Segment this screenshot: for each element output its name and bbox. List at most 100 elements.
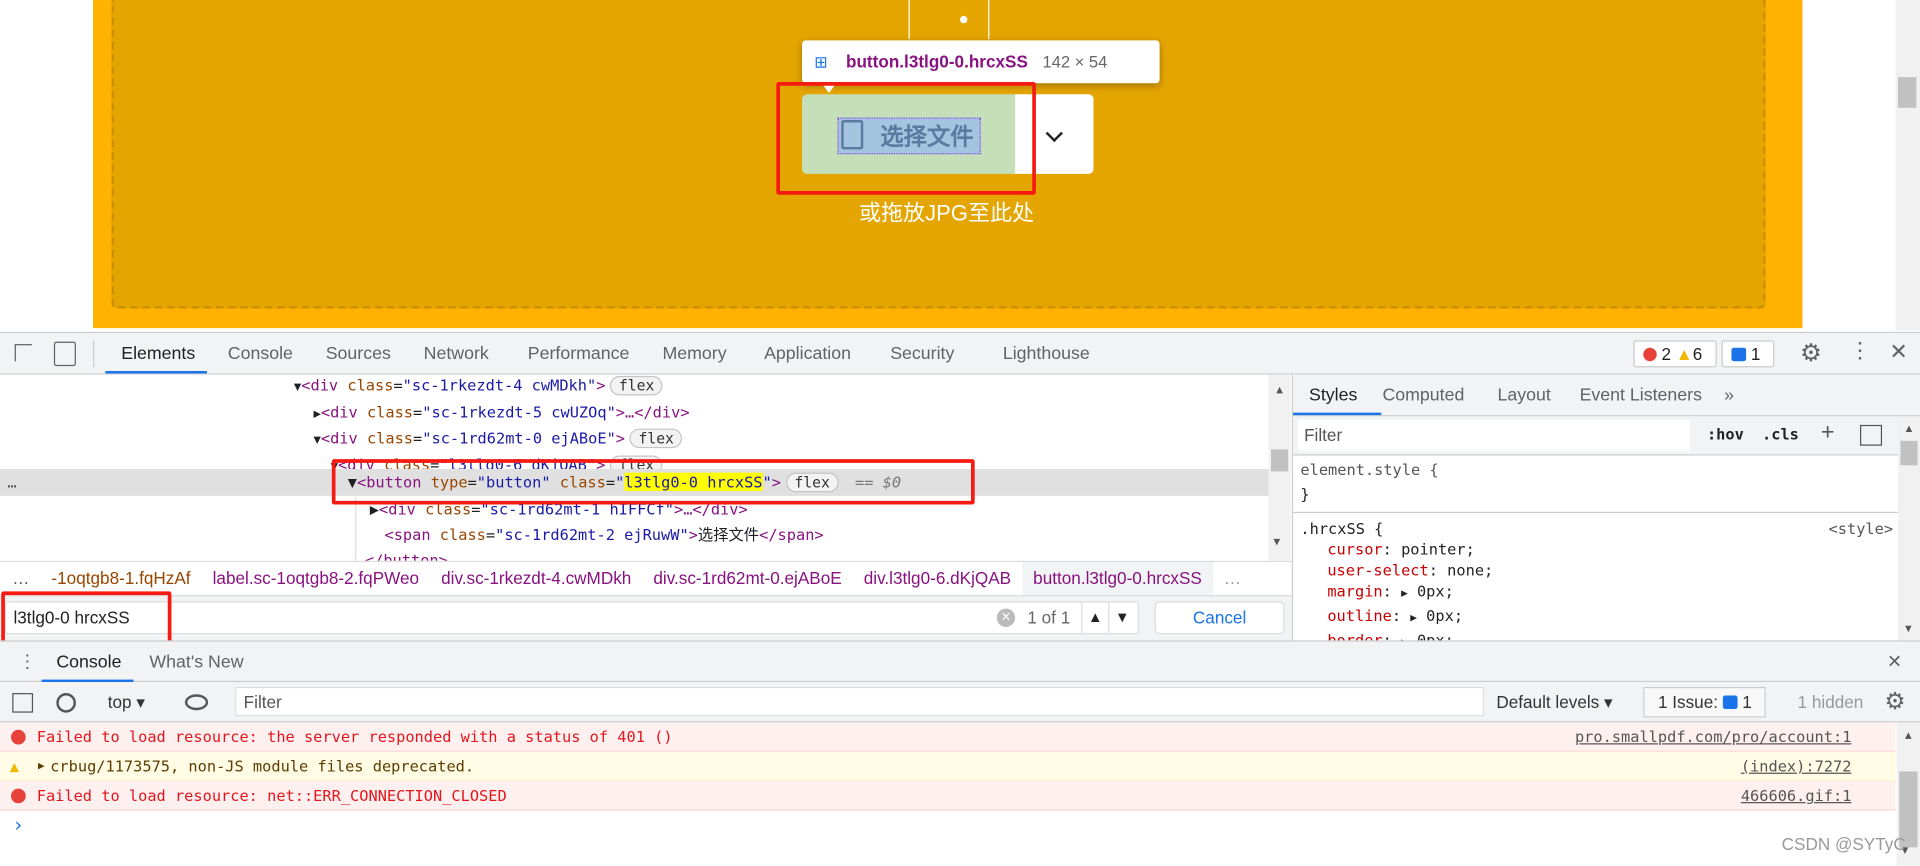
breadcrumb-item[interactable]: button.l3tlg0-0.hrcxSS bbox=[1022, 562, 1213, 596]
flex-badge[interactable]: flex bbox=[629, 428, 683, 449]
log-levels-dropdown[interactable]: Default levels ▾ bbox=[1496, 682, 1612, 722]
expand-arrow-icon[interactable]: ▶ bbox=[38, 752, 45, 781]
console-message-error: Failed to load resource: the server resp… bbox=[0, 722, 1896, 752]
drawer-tab-whats-new[interactable]: What's New bbox=[149, 642, 243, 684]
clear-search-icon[interactable]: ✕ bbox=[996, 608, 1016, 627]
hov-toggle[interactable]: :hov bbox=[1707, 425, 1744, 443]
warning-icon: ▲ bbox=[1675, 344, 1693, 364]
rule-selector: .hrcxSS { bbox=[1300, 519, 1384, 538]
property-value: 0px; bbox=[1416, 581, 1454, 601]
message-source-link[interactable]: pro.smallpdf.com/pro/account:1 bbox=[1575, 722, 1851, 751]
tab-elements[interactable]: Elements bbox=[121, 333, 195, 375]
more-options-icon[interactable]: ⋮ bbox=[1849, 338, 1871, 364]
messages-badge[interactable]: 1 bbox=[1721, 340, 1775, 368]
settings-gear-icon[interactable]: ⚙ bbox=[1800, 338, 1822, 369]
console-settings-gear-icon[interactable]: ⚙ bbox=[1884, 682, 1905, 722]
page-scrollbar[interactable] bbox=[1895, 0, 1920, 331]
scroll-thumb[interactable] bbox=[1271, 449, 1289, 472]
search-input[interactable]: l3tlg0-0 hrcxSS ✕ 1 of 1 ▲ ▼ bbox=[4, 601, 1139, 635]
tab-layout[interactable]: Layout bbox=[1498, 375, 1551, 417]
tab-network[interactable]: Network bbox=[424, 333, 489, 375]
breadcrumb-item[interactable]: div.sc-1rd62mt-0.ejABoE bbox=[642, 562, 852, 595]
tab-sources[interactable]: Sources bbox=[326, 333, 391, 375]
cls-toggle[interactable]: .cls bbox=[1762, 425, 1799, 443]
search-prev-button[interactable]: ▲ bbox=[1081, 602, 1108, 634]
expand-arrow-icon[interactable]: ▶ bbox=[1410, 612, 1417, 624]
breadcrumb-item[interactable]: … bbox=[1213, 562, 1252, 595]
dom-node[interactable]: <span class="sc-1rd62mt-2 ejRuwW">选择文件</… bbox=[384, 522, 823, 549]
tab-console[interactable]: Console bbox=[228, 333, 293, 375]
scroll-up-icon: ▲ bbox=[1905, 729, 1912, 743]
breadcrumb-item[interactable]: … bbox=[0, 562, 40, 595]
search-bar: l3tlg0-0 hrcxSS ✕ 1 of 1 ▲ ▼ Cancel bbox=[0, 595, 1292, 641]
tab-event-listeners[interactable]: Event Listeners bbox=[1580, 375, 1702, 417]
dom-scrollbar[interactable]: ▲ ▼ bbox=[1268, 374, 1291, 561]
dom-node[interactable]: ▶<div class="sc-1rkezdt-5 cwUZOq">…</div… bbox=[313, 399, 689, 426]
live-expression-eye-icon[interactable] bbox=[184, 694, 209, 711]
scroll-thumb[interactable] bbox=[1900, 440, 1918, 466]
new-style-rule-button[interactable]: + bbox=[1821, 420, 1835, 447]
css-property[interactable]: outline: ▶ 0px; bbox=[1300, 605, 1893, 629]
tab-memory[interactable]: Memory bbox=[662, 333, 726, 375]
more-tabs-icon[interactable]: » bbox=[1724, 375, 1734, 417]
issues-button[interactable]: 1 Issue: 1 bbox=[1643, 686, 1766, 718]
drawer-menu-icon[interactable]: ⋮ bbox=[18, 642, 36, 684]
dom-node[interactable]: ▼<div class="sc-1rkezdt-4 cwMDkh"> flex bbox=[294, 375, 663, 399]
expand-arrow-icon[interactable]: ▶ bbox=[1401, 588, 1408, 600]
closing-tag: …</div> bbox=[625, 402, 690, 421]
ellipsis-icon: … bbox=[7, 472, 17, 492]
toggle-sidebar-icon[interactable] bbox=[1860, 424, 1883, 446]
rule-source-link[interactable]: <style> bbox=[1829, 518, 1894, 539]
drawer-tab-console[interactable]: Console bbox=[56, 642, 121, 684]
css-property[interactable]: cursor: pointer; bbox=[1300, 539, 1893, 560]
expand-arrow-icon[interactable]: ▶ bbox=[313, 407, 320, 420]
drawer-tabbar: ⋮ Console What's New ✕ bbox=[0, 640, 1920, 684]
tab-application[interactable]: Application bbox=[764, 333, 851, 375]
context-value: top bbox=[107, 691, 132, 712]
tab-styles[interactable]: Styles bbox=[1309, 375, 1357, 417]
expand-arrow-icon[interactable]: ▼ bbox=[294, 381, 301, 394]
message-source-link[interactable]: 466606.gif:1 bbox=[1741, 781, 1852, 810]
console-messages: › ▲ ▼ CSDN @SYTyC Failed to load resourc… bbox=[0, 722, 1920, 866]
message-text: Failed to load resource: net::ERR_CONNEC… bbox=[36, 786, 507, 805]
dom-node[interactable]: ▼<div class="sc-1rd62mt-0 ejABoE"> flex bbox=[313, 425, 683, 452]
dom-node[interactable]: </button> bbox=[365, 547, 448, 561]
breadcrumb-item[interactable]: label.sc-1oqtgb8-2.fqPWeo bbox=[202, 562, 431, 595]
error-icon bbox=[11, 788, 26, 804]
annotation-box bbox=[331, 459, 975, 505]
breadcrumb-item[interactable]: div.sc-1rkezdt-4.cwMDkh bbox=[430, 562, 642, 595]
breadcrumb-item[interactable]: div.l3tlg0-6.dKjQAB bbox=[853, 562, 1022, 595]
css-property[interactable]: margin: ▶ 0px; bbox=[1300, 580, 1893, 604]
css-property[interactable]: user-select: none; bbox=[1300, 560, 1893, 581]
search-next-button[interactable]: ▼ bbox=[1108, 602, 1135, 634]
message-icon bbox=[1731, 347, 1747, 362]
message-source-link[interactable]: (index):7272 bbox=[1741, 752, 1852, 781]
scroll-thumb[interactable] bbox=[1897, 77, 1917, 108]
tab-computed[interactable]: Computed bbox=[1382, 375, 1464, 417]
page-viewport: ⊞ button.l3tlg0-0.hrcxSS 142 × 54 选择文件 或… bbox=[0, 0, 1920, 331]
inspect-element-icon[interactable] bbox=[14, 344, 32, 362]
device-toolbar-icon[interactable] bbox=[53, 341, 76, 367]
styles-scrollbar[interactable]: ▲ ▼ bbox=[1897, 416, 1920, 641]
tab-security[interactable]: Security bbox=[890, 333, 954, 375]
console-filter-input[interactable]: Filter bbox=[235, 686, 1485, 717]
styles-filter-input[interactable]: Filter bbox=[1297, 420, 1690, 451]
cancel-search-button[interactable]: Cancel bbox=[1154, 601, 1285, 635]
flex-badge[interactable]: flex bbox=[610, 375, 663, 396]
console-prompt[interactable]: › bbox=[12, 813, 24, 836]
context-selector[interactable]: top ▾ bbox=[108, 682, 145, 722]
tab-lighthouse[interactable]: Lighthouse bbox=[1003, 333, 1090, 375]
close-devtools-icon[interactable]: ✕ bbox=[1889, 339, 1907, 365]
clear-console-icon[interactable] bbox=[56, 693, 76, 713]
sidebar-toggle-icon[interactable] bbox=[12, 693, 34, 713]
attr-value: sc-1rd62mt-0 ejABoE bbox=[431, 428, 607, 447]
issues-badge[interactable]: 2 ▲6 bbox=[1633, 340, 1717, 368]
close-drawer-icon[interactable]: ✕ bbox=[1887, 642, 1902, 684]
styles-filter-bar: Filter :hov .cls + bbox=[1293, 416, 1898, 456]
annotation-box bbox=[1, 591, 172, 647]
scroll-up-icon: ▲ bbox=[1903, 422, 1915, 435]
property-name: margin bbox=[1327, 581, 1383, 601]
expand-arrow-icon[interactable]: ▼ bbox=[313, 433, 320, 446]
breadcrumb-item[interactable]: -1oqtgb8-1.fqHzAf bbox=[40, 562, 201, 595]
tab-performance[interactable]: Performance bbox=[528, 333, 630, 375]
